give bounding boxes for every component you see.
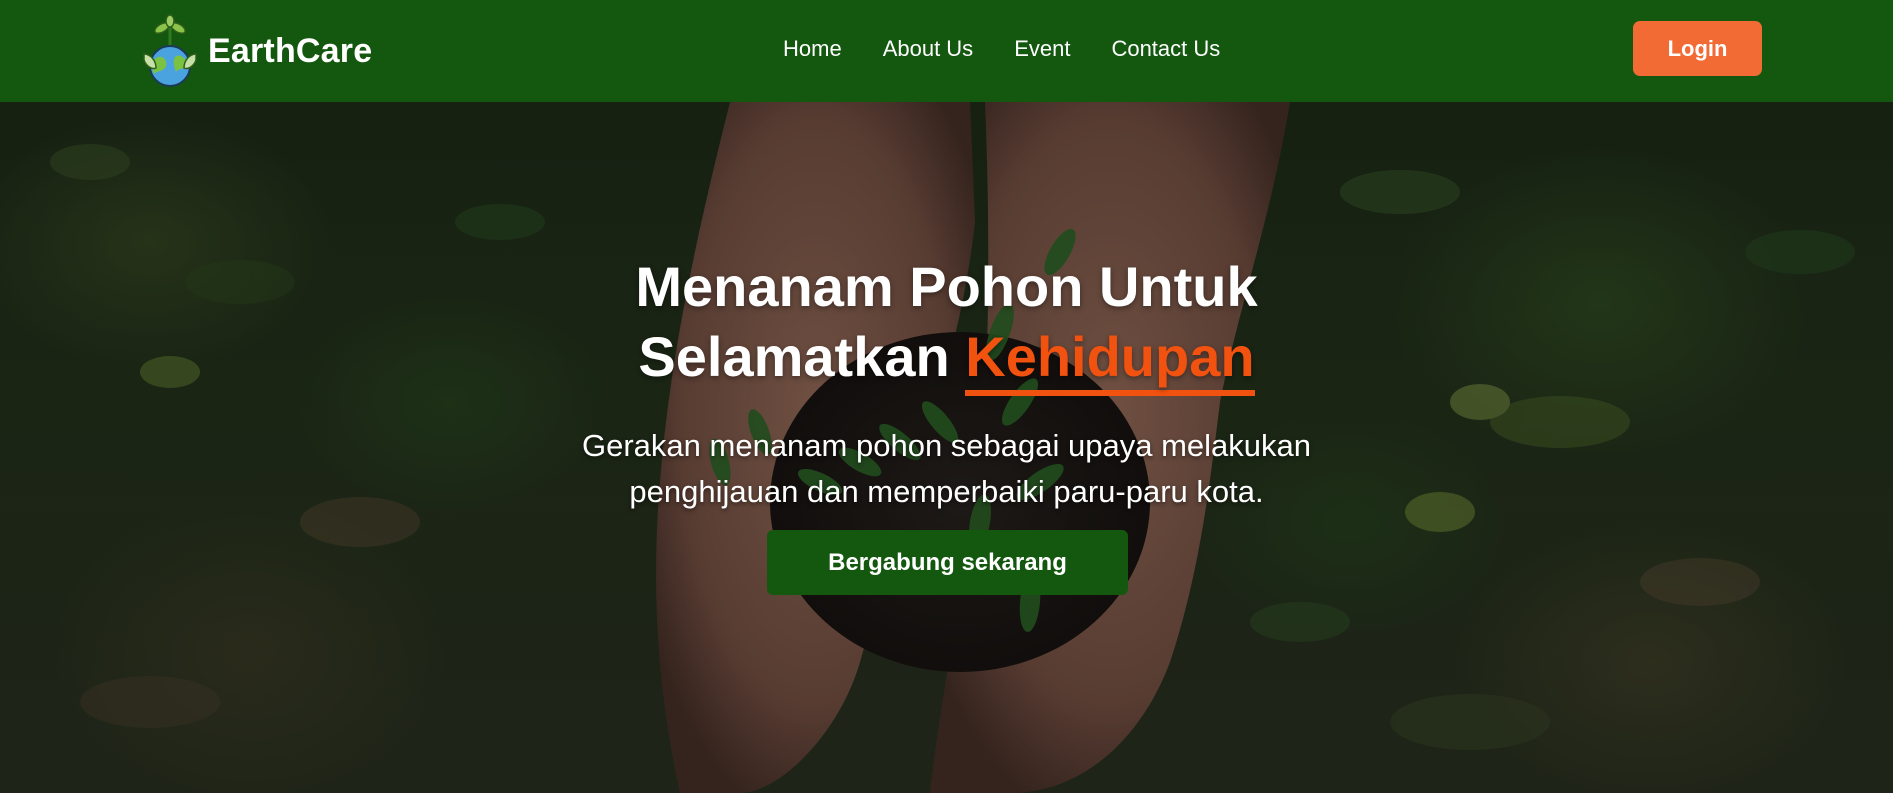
nav-menu: Home About Us Event Contact Us [783, 0, 1220, 98]
hero-title: Menanam Pohon Untuk Selamatkan Kehidupan [0, 252, 1893, 396]
hero-title-line2-prefix: Selamatkan [638, 325, 950, 388]
hero-content: Menanam Pohon Untuk Selamatkan Kehidupan… [0, 102, 1893, 793]
join-now-button[interactable]: Bergabung sekarang [767, 530, 1128, 595]
hero-subtitle-line1: Gerakan menanam pohon sebagai upaya mela… [582, 428, 1311, 463]
brand-name: EarthCare [208, 31, 373, 70]
hero-subtitle-line2: penghijauan dan memperbaiki paru-paru ko… [629, 474, 1264, 509]
hero-title-accent: Kehidupan [965, 325, 1255, 396]
brand[interactable]: EarthCare [138, 4, 372, 98]
hero-section: Menanam Pohon Untuk Selamatkan Kehidupan… [0, 102, 1893, 793]
earth-with-sprout-icon [143, 14, 197, 87]
login-button[interactable]: Login [1633, 21, 1762, 76]
nav-link-about-us[interactable]: About Us [883, 36, 974, 62]
hero-subtitle: Gerakan menanam pohon sebagai upaya mela… [0, 423, 1893, 515]
nav-link-contact-us[interactable]: Contact Us [1111, 36, 1220, 62]
nav-link-event[interactable]: Event [1014, 36, 1070, 62]
navbar: EarthCare Home About Us Event Contact Us… [0, 0, 1893, 102]
hero-title-line1: Menanam Pohon Untuk [635, 255, 1258, 318]
nav-link-home[interactable]: Home [783, 36, 842, 62]
